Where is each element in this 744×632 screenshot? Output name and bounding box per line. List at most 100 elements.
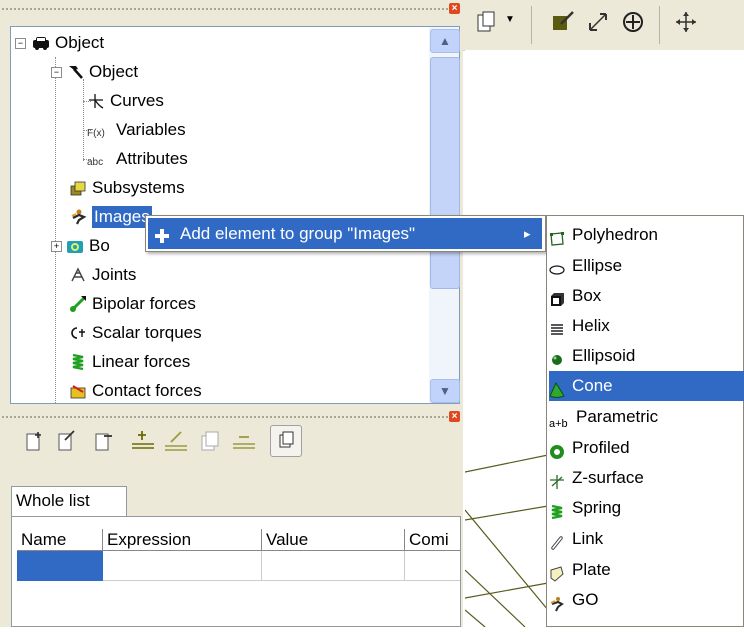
menu-item-label: Profiled — [572, 438, 630, 457]
go-icon — [549, 592, 565, 612]
table-cell[interactable] — [405, 551, 460, 581]
menu-item-link[interactable]: Link — [549, 524, 744, 554]
tree-item-label: Object — [55, 33, 105, 52]
tree-item-scalar-torques[interactable]: Scalar torques — [69, 320, 202, 346]
scroll-up-icon[interactable]: ▲ — [430, 29, 460, 53]
move-icon[interactable] — [674, 10, 698, 34]
ellipse-icon — [549, 258, 565, 275]
menu-item-parametric[interactable]: a+b Parametric — [549, 402, 744, 432]
menu-item-z-surface[interactable]: Z-surface — [549, 463, 744, 493]
table-cell[interactable] — [262, 551, 405, 581]
panel-grip[interactable] — [2, 8, 448, 10]
edit-object-icon[interactable] — [551, 10, 575, 34]
cone-icon — [549, 378, 565, 398]
menu-item-polyhedron[interactable]: Polyhedron — [549, 220, 744, 250]
column-header-value[interactable]: Value — [262, 529, 405, 551]
tree-item-contact-forces[interactable]: Contact forces — [69, 378, 202, 403]
z-surface-icon — [549, 470, 565, 489]
tree-item-joints[interactable]: Joints — [69, 262, 136, 288]
main-toolbar: ▼ — [463, 0, 744, 51]
menu-item-go[interactable]: GO — [549, 585, 744, 615]
contact-force-icon — [69, 382, 87, 400]
profiled-icon — [549, 440, 565, 459]
menu-item-helix[interactable]: Helix — [549, 311, 744, 341]
column-header-name[interactable]: Name — [17, 529, 103, 551]
resize-icon[interactable] — [586, 10, 610, 34]
menu-item-cone[interactable]: Cone — [549, 371, 744, 401]
collapse-icon[interactable]: − — [15, 37, 26, 49]
menu-item-ellipse[interactable]: Ellipse — [549, 251, 744, 281]
menu-item-label: Z-surface — [572, 468, 644, 487]
menu-item-label: Plate — [572, 560, 611, 579]
tree-item-label: Bo — [89, 236, 110, 255]
tree-item-linear-forces[interactable]: Linear forces — [69, 349, 190, 375]
ellipsoid-icon — [549, 348, 565, 365]
menu-item-label: Ellipsoid — [572, 346, 636, 365]
tree-item-label: Linear forces — [92, 352, 191, 371]
chevron-down-icon[interactable]: ▼ — [505, 14, 515, 25]
expand-icon[interactable]: + — [51, 240, 62, 252]
image-figure-icon — [69, 208, 87, 226]
tree-item-curves[interactable]: Curves — [83, 88, 164, 114]
column-header-expression[interactable]: Expression — [103, 529, 262, 551]
subsystem-icon — [69, 179, 87, 197]
close-icon[interactable]: × — [449, 3, 460, 14]
add-variable-button[interactable] — [23, 428, 49, 454]
tree-item-attributes[interactable]: abc Attributes — [83, 146, 188, 172]
tree-item-subsystems[interactable]: Subsystems — [69, 175, 185, 201]
add-circle-icon[interactable] — [621, 10, 645, 34]
tree-item-images[interactable]: Images — [69, 204, 152, 230]
spring-icon — [549, 500, 565, 520]
menu-item-profiled[interactable]: Profiled — [549, 433, 744, 463]
tree-item-label: Variables — [116, 120, 186, 139]
menu-item-box[interactable]: Box — [549, 281, 744, 311]
panel-grip[interactable] — [2, 416, 448, 418]
menu-item-label: Box — [572, 286, 602, 305]
add-expression-button[interactable] — [130, 428, 156, 454]
tree-item-label: Bipolar forces — [92, 294, 196, 313]
tab-whole-list[interactable]: Whole list — [11, 486, 127, 516]
copy-expression-button[interactable] — [197, 428, 223, 454]
menu-item-spring[interactable]: Spring — [549, 493, 744, 523]
paste-button[interactable] — [270, 425, 302, 457]
fx-icon: F(x) — [87, 128, 105, 139]
column-header-comment[interactable]: Comi — [405, 529, 460, 551]
joint-icon — [69, 266, 87, 284]
tree-item-object[interactable]: − Object — [51, 59, 138, 85]
polyhedron-icon — [549, 227, 565, 246]
edit-variable-button[interactable] — [55, 428, 81, 454]
remove-expression-button[interactable] — [231, 428, 257, 454]
abc-icon: abc — [87, 157, 104, 168]
tree-item-object-root[interactable]: − Object — [15, 30, 104, 56]
menu-item-label: Spring — [572, 498, 622, 517]
tree-connector — [55, 57, 56, 403]
tree-item-label: Attributes — [116, 149, 188, 168]
menu-item-label: GO — [572, 590, 599, 609]
menu-item-label: Polyhedron — [572, 225, 659, 244]
table-cell[interactable] — [103, 551, 262, 581]
close-icon[interactable]: × — [449, 411, 460, 422]
add-icon — [153, 224, 171, 243]
add-element-to-group-menu-item[interactable]: Add element to group "Images" ▸ — [148, 218, 542, 249]
menu-item-label: Cone — [572, 376, 613, 395]
tree-item-bipolar-forces[interactable]: Bipolar forces — [69, 291, 196, 317]
menu-item-label: Ellipse — [572, 256, 623, 275]
tree-item-variables[interactable]: F(x) Variables — [83, 117, 186, 143]
menu-item-ellipsoid[interactable]: Ellipsoid — [549, 341, 744, 371]
parametric-icon: a+b — [549, 418, 568, 430]
menu-item-plate[interactable]: Plate — [549, 555, 744, 585]
tree-item-bodies[interactable]: + Bo — [51, 233, 110, 259]
remove-variable-button[interactable] — [92, 428, 118, 454]
plate-icon — [549, 562, 565, 582]
table-row-selected-cell[interactable] — [17, 551, 103, 581]
scroll-down-icon[interactable]: ▼ — [430, 379, 460, 403]
paste-icon[interactable] — [475, 10, 497, 34]
toolbar-separator — [659, 6, 660, 44]
spring-force-icon — [69, 353, 87, 371]
helix-icon — [549, 318, 565, 335]
scroll-thumb[interactable] — [430, 57, 460, 289]
edit-expression-button[interactable] — [163, 428, 189, 454]
bipolar-force-icon — [69, 295, 87, 313]
collapse-icon[interactable]: − — [51, 66, 62, 78]
expressions-grid: Name Expression Value Comi — [11, 516, 461, 627]
